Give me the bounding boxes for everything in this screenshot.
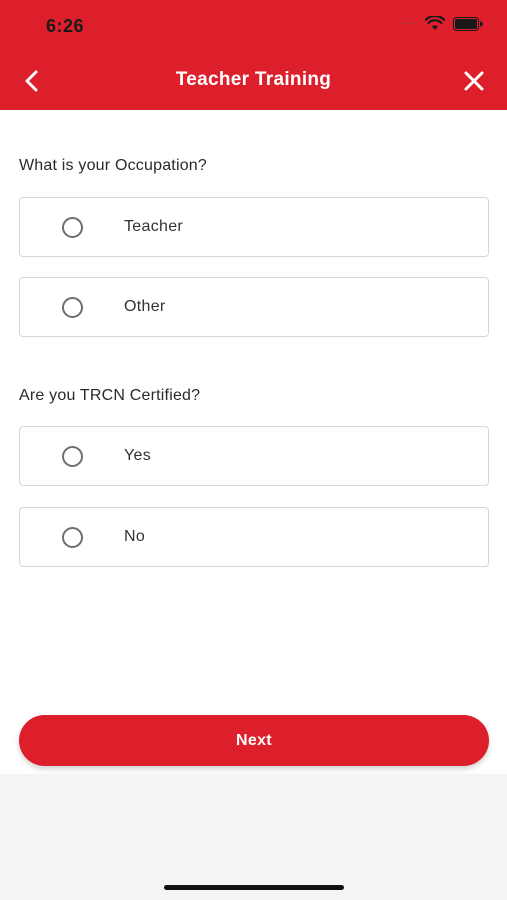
wifi-icon [425,16,445,31]
option-label: Yes [124,447,152,464]
option-teacher[interactable]: Teacher [19,197,489,257]
question-occupation: What is your Occupation? [19,157,207,174]
option-label: Teacher [124,218,184,235]
page-title: Teacher Training [175,69,332,90]
option-no[interactable]: No [19,507,489,567]
radio-unselected-icon[interactable] [62,446,83,467]
app-header: 6:26 ···· Teacher Training [0,0,507,110]
bottom-area [0,774,507,900]
battery-icon [453,16,483,31]
option-label: No [124,528,146,545]
signal-icon: ···· [399,18,417,29]
radio-unselected-icon[interactable] [62,527,83,548]
question-trcn-certified: Are you TRCN Certified? [19,387,201,404]
radio-unselected-icon[interactable] [62,217,83,238]
radio-unselected-icon[interactable] [62,297,83,318]
status-time: 6:26 [46,16,85,36]
option-other[interactable]: Other [19,277,489,337]
status-icons: ···· [400,16,483,31]
home-indicator[interactable] [164,885,344,890]
option-label: Other [124,298,166,315]
close-button[interactable] [459,66,489,96]
next-button[interactable]: Next [19,715,489,766]
close-icon [464,71,484,91]
option-yes[interactable]: Yes [19,426,489,486]
